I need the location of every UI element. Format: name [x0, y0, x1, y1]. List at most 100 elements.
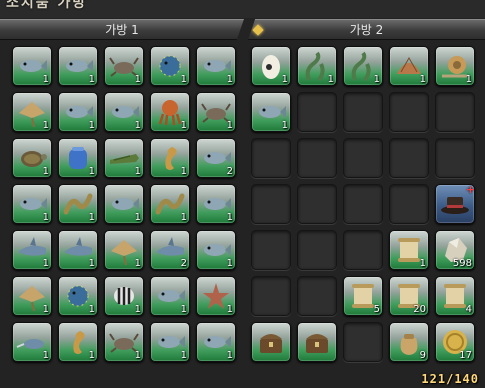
bag-2-slot[interactable]: 1	[435, 46, 475, 86]
bag-2-empty-slot[interactable]	[435, 138, 475, 178]
bag-2-slot[interactable]: 1	[389, 230, 429, 270]
bag-1-slot[interactable]: 1	[104, 138, 144, 178]
tab-bag-1-label: 가방 1	[105, 23, 139, 37]
bag-1-slot[interactable]: 1	[150, 322, 190, 362]
bag-2-empty-slot[interactable]	[297, 92, 337, 132]
bag-2-empty-slot[interactable]	[297, 138, 337, 178]
item-count: 1	[134, 74, 141, 85]
bag-2-slot[interactable]: 17	[435, 322, 475, 362]
bag-1-slot[interactable]: 1	[150, 46, 190, 86]
bag-2-empty-slot[interactable]	[251, 138, 291, 178]
bag-1-slot[interactable]: 1	[196, 92, 236, 132]
bag-1-slot[interactable]: 1	[104, 322, 144, 362]
tab-bag-2[interactable]: 가방 2	[248, 19, 485, 40]
bag-1-slot[interactable]: 1	[58, 92, 98, 132]
chest-icon	[301, 326, 333, 358]
item-count: 1	[226, 350, 233, 361]
bag-1-slot[interactable]: 2	[150, 230, 190, 270]
bag-2-empty-slot[interactable]	[343, 230, 383, 270]
tab-bag-1[interactable]: 가방 1	[0, 19, 244, 40]
item-count: 9	[419, 350, 426, 361]
bag-1-slot[interactable]: 1	[196, 276, 236, 316]
bag-2-empty-slot[interactable]	[389, 92, 429, 132]
bag-1-slot[interactable]: 1	[12, 184, 52, 224]
item-count: 1	[134, 258, 141, 269]
bag-2-slot[interactable]: 5	[343, 276, 383, 316]
bag-2-slot[interactable]: 9	[389, 322, 429, 362]
bag-1-slot[interactable]: 1	[104, 46, 144, 86]
item-count: 1	[134, 120, 141, 131]
bag-2-empty-slot[interactable]	[297, 230, 337, 270]
item-count: 1	[88, 304, 95, 315]
bag-1-slot[interactable]: 1	[58, 184, 98, 224]
item-count: 2	[226, 166, 233, 177]
bag-1-slot[interactable]: 1	[12, 230, 52, 270]
bag-1-slot[interactable]: 1	[196, 46, 236, 86]
item-count: 5	[373, 304, 380, 315]
bag-1-slot[interactable]: 1	[12, 322, 52, 362]
bag-1-slot[interactable]: 1	[104, 276, 144, 316]
item-count: 1	[226, 120, 233, 131]
item-count: 1	[226, 212, 233, 223]
item-count: 1	[327, 74, 334, 85]
bag-2-slot[interactable]: +	[435, 183, 475, 224]
bag-2-slot[interactable]: 1	[343, 46, 383, 86]
window-title: 소지품 가방	[6, 0, 88, 11]
bag-1-slot[interactable]: 1	[104, 92, 144, 132]
bag-2-empty-slot[interactable]	[343, 92, 383, 132]
bag-1-slot[interactable]: 2	[196, 138, 236, 178]
bag-1-slot[interactable]: 1	[58, 322, 98, 362]
bag-2-empty-slot[interactable]	[251, 276, 291, 316]
bag-1-slot[interactable]: 1	[150, 276, 190, 316]
bag-2-slot[interactable]: 1	[297, 46, 337, 86]
active-tab-marker-icon	[252, 24, 264, 36]
bag-1-slot[interactable]: 1	[12, 92, 52, 132]
bag-1-slot[interactable]: 1	[196, 230, 236, 270]
bag-1-slot[interactable]: 1	[150, 138, 190, 178]
bag-2-empty-slot[interactable]	[435, 92, 475, 132]
item-count: 1	[88, 74, 95, 85]
bag-1-slot[interactable]: 1	[58, 46, 98, 86]
bag-2-slot[interactable]: 1	[251, 92, 291, 132]
bag-1-slot[interactable]: 1	[12, 46, 52, 86]
item-count: 4	[465, 304, 472, 315]
item-count: 1	[88, 120, 95, 131]
bag-2-slot[interactable]	[251, 322, 291, 362]
item-count: 1	[42, 304, 49, 315]
bag-2-empty-slot[interactable]	[343, 184, 383, 224]
bag-1-slot[interactable]: 1	[150, 184, 190, 224]
bag-1-slot[interactable]: 1	[104, 230, 144, 270]
item-count: 1	[281, 74, 288, 85]
bag-1-slot[interactable]: 1	[58, 138, 98, 178]
bag-2-slot[interactable]: 1	[251, 46, 291, 86]
bag-1-slot[interactable]: 1	[104, 184, 144, 224]
bag-2-slot[interactable]	[297, 322, 337, 362]
bag-2-slot[interactable]: 598	[435, 230, 475, 270]
item-count: 1	[180, 166, 187, 177]
item-count: 1	[88, 258, 95, 269]
bag-2-slot[interactable]: 4	[435, 276, 475, 316]
item-count: 1	[226, 258, 233, 269]
bag-1-slot[interactable]: 1	[58, 276, 98, 316]
bag-1-slot[interactable]: 1	[196, 322, 236, 362]
item-count: 1	[134, 166, 141, 177]
bag-1-slot[interactable]: 1	[12, 276, 52, 316]
bag-1-slot[interactable]: 1	[12, 138, 52, 178]
bag-2-empty-slot[interactable]	[297, 184, 337, 224]
bag-2-empty-slot[interactable]	[389, 184, 429, 224]
bag-2-slot[interactable]: 1	[389, 46, 429, 86]
chest-icon	[255, 326, 287, 358]
item-count: 1	[226, 304, 233, 315]
bag-1-slot[interactable]: 1	[196, 184, 236, 224]
bag-2-empty-slot[interactable]	[251, 184, 291, 224]
bag-1-slot[interactable]: 1	[150, 92, 190, 132]
bag-2-slot[interactable]: 20	[389, 276, 429, 316]
item-count: 1	[88, 166, 95, 177]
bag-2-empty-slot[interactable]	[389, 138, 429, 178]
bag-2-empty-slot[interactable]	[343, 322, 383, 362]
item-count: 1	[42, 212, 49, 223]
bag-2-empty-slot[interactable]	[251, 230, 291, 270]
bag-2-empty-slot[interactable]	[297, 276, 337, 316]
bag-2-empty-slot[interactable]	[343, 138, 383, 178]
bag-1-slot[interactable]: 1	[58, 230, 98, 270]
